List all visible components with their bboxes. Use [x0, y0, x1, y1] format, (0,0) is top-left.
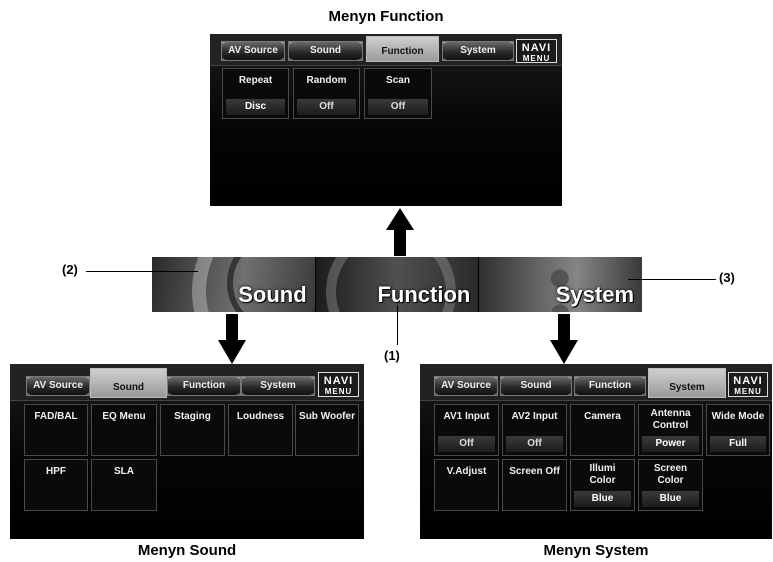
banner-sound-label: Sound: [238, 282, 307, 307]
arrow-up-icon: [386, 208, 414, 256]
tab-sound[interactable]: Sound: [500, 376, 572, 396]
banner-system[interactable]: System: [479, 257, 643, 312]
tab-system[interactable]: System: [241, 376, 315, 396]
system-item-camera[interactable]: Camera: [570, 404, 635, 456]
banner-function-label: Function: [377, 282, 471, 307]
system-item-screen-color[interactable]: Screen Color Blue: [638, 459, 703, 511]
sound-item-sla[interactable]: SLA: [91, 459, 157, 511]
sound-menu-screen: AV Source Sound Function System NAVI MENU…: [10, 364, 364, 539]
function-menu-caption: Menyn Function: [328, 8, 444, 25]
callout-2-line: [86, 271, 198, 272]
system-item-av2-input[interactable]: AV2 Input Off: [502, 404, 567, 456]
system-item-wide-mode[interactable]: Wide Mode Full: [706, 404, 770, 456]
tab-bar: AV Source Sound Function System NAVI MENU: [420, 364, 772, 401]
tab-sound[interactable]: Sound: [90, 368, 167, 398]
sound-item-loudness[interactable]: Loudness: [228, 404, 293, 456]
system-item-v-adjust[interactable]: V.Adjust: [434, 459, 499, 511]
function-menu-screen: AV Source Sound Function System NAVI MENU…: [210, 34, 562, 206]
sound-item-sub-woofer[interactable]: Sub Woofer: [295, 404, 359, 456]
tab-function[interactable]: Function: [167, 376, 241, 396]
system-menu-screen: AV Source Sound Function System NAVI MENU…: [420, 364, 772, 539]
function-item-repeat[interactable]: Repeat Disc: [222, 68, 289, 119]
sound-menu-caption: Menyn Sound: [137, 542, 237, 559]
tab-av-source[interactable]: AV Source: [26, 376, 90, 396]
banner-system-label: System: [555, 282, 635, 307]
tab-av-source[interactable]: AV Source: [221, 41, 285, 61]
navi-menu-button[interactable]: NAVI MENU: [516, 39, 557, 63]
tab-function[interactable]: Function: [366, 36, 439, 62]
system-item-av1-input[interactable]: AV1 Input Off: [434, 404, 499, 456]
navi-menu-button[interactable]: NAVI MENU: [318, 372, 359, 397]
system-item-antenna-control[interactable]: Antenna Control Power: [638, 404, 703, 456]
callout-3: (3): [719, 270, 735, 285]
sound-item-fad-bal[interactable]: FAD/BAL: [24, 404, 88, 456]
arrow-down-right-icon: [550, 314, 578, 364]
system-item-screen-off[interactable]: Screen Off: [502, 459, 567, 511]
function-item-scan[interactable]: Scan Off: [364, 68, 432, 119]
callout-3-line: [628, 279, 716, 280]
sound-item-hpf[interactable]: HPF: [24, 459, 88, 511]
sound-item-staging[interactable]: Staging: [160, 404, 225, 456]
sound-item-eq-menu[interactable]: EQ Menu: [91, 404, 157, 456]
callout-1: (1): [384, 348, 400, 363]
navi-menu-button[interactable]: NAVI MENU: [728, 372, 768, 397]
banner-sound[interactable]: Sound: [152, 257, 316, 312]
tab-av-source[interactable]: AV Source: [434, 376, 498, 396]
tab-bar: AV Source Sound Function System NAVI MENU: [10, 364, 364, 401]
callout-1-line: [397, 305, 398, 345]
banner-function[interactable]: Function: [315, 257, 480, 312]
tab-system[interactable]: System: [648, 368, 726, 398]
system-item-illumi-color[interactable]: Illumi Color Blue: [570, 459, 635, 511]
tab-sound[interactable]: Sound: [288, 41, 363, 61]
menu-banner: Sound Function System: [152, 257, 643, 312]
arrow-down-left-icon: [218, 314, 246, 364]
tab-function[interactable]: Function: [574, 376, 646, 396]
tab-bar: AV Source Sound Function System NAVI MENU: [210, 34, 562, 66]
system-menu-caption: Menyn System: [543, 542, 649, 559]
tab-system[interactable]: System: [442, 41, 514, 61]
function-item-random[interactable]: Random Off: [293, 68, 360, 119]
callout-2: (2): [62, 262, 78, 277]
